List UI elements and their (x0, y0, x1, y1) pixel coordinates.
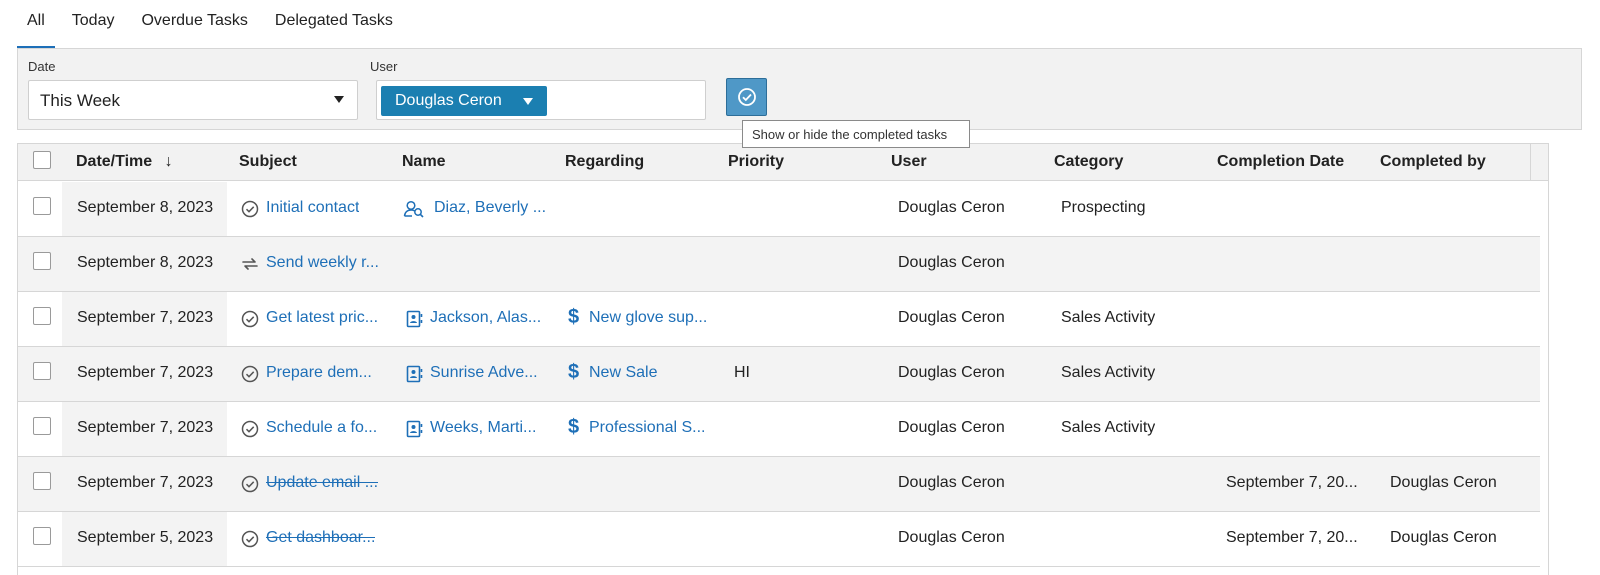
table-row[interactable]: September 7, 2023 Prepare dem... Sunrise A… (18, 347, 1540, 402)
check-circle-icon (240, 529, 260, 549)
tab-today[interactable]: Today (62, 0, 125, 48)
dollar-icon: $ (568, 416, 580, 438)
completed-by-cell: Douglas Ceron (1390, 529, 1497, 546)
dollar-icon: $ (568, 361, 580, 383)
column-header-priority[interactable]: Priority (728, 153, 784, 171)
company-icon (405, 419, 427, 439)
date-time-cell: September 8, 2023 (77, 199, 214, 216)
regarding-link[interactable]: New glove sup... (589, 309, 707, 327)
user-filter-label: User (370, 59, 398, 74)
column-header-subject[interactable]: Subject (239, 153, 297, 171)
user-cell: Douglas Ceron (898, 254, 1005, 271)
column-header-regarding[interactable]: Regarding (565, 153, 644, 171)
date-time-cell: September 8, 2023 (77, 254, 214, 271)
regarding-link[interactable]: New Sale (589, 364, 657, 382)
user-cell: Douglas Ceron (898, 529, 1005, 546)
user-cell: Douglas Ceron (898, 309, 1005, 326)
user-chip[interactable]: Douglas Ceron (381, 86, 547, 116)
row-checkbox[interactable] (33, 362, 51, 380)
user-cell: Douglas Ceron (898, 419, 1005, 436)
column-header-label: Date/Time (76, 153, 153, 170)
user-filter-field[interactable]: Douglas Ceron (376, 80, 706, 120)
completion-date-cell: September 7, 20... (1226, 529, 1358, 546)
name-link[interactable]: Weeks, Marti... (430, 419, 536, 437)
completed-by-cell: Douglas Ceron (1390, 474, 1497, 491)
name-link[interactable]: Sunrise Adve... (430, 364, 538, 382)
check-circle-icon (240, 364, 260, 384)
completion-date-cell: September 7, 20... (1226, 474, 1358, 491)
check-circle-icon (737, 88, 756, 106)
date-time-cell: September 5, 2023 (77, 529, 214, 546)
check-circle-icon (240, 309, 260, 329)
date-time-cell: September 7, 2023 (77, 419, 214, 436)
recurring-icon (240, 254, 260, 274)
category-cell: Prospecting (1061, 199, 1146, 216)
contact-icon (403, 199, 425, 219)
company-icon (405, 364, 427, 384)
table-row[interactable]: September 5, 2023 Get dashboar... Douglas … (18, 512, 1540, 567)
date-filter-select[interactable]: This Week (28, 80, 358, 120)
category-cell: Sales Activity (1061, 309, 1156, 326)
name-link[interactable]: Diaz, Beverly ... (434, 199, 546, 217)
column-header-date-time[interactable]: Date/Time ↓ (76, 153, 173, 171)
subject-link[interactable]: Initial contact (266, 199, 359, 217)
tab-overdue-tasks[interactable]: Overdue Tasks (131, 0, 257, 48)
tab-delegated-tasks[interactable]: Delegated Tasks (265, 0, 403, 48)
view-tabs: All Today Overdue Tasks Delegated Tasks (17, 0, 410, 48)
table-row[interactable]: September 8, 2023 Initial contact Diaz, Be… (18, 182, 1540, 237)
regarding-link[interactable]: Professional S... (589, 419, 706, 437)
date-time-cell: September 7, 2023 (77, 364, 214, 381)
category-cell: Sales Activity (1061, 419, 1156, 436)
row-checkbox[interactable] (33, 472, 51, 490)
column-header-completed-by[interactable]: Completed by (1380, 153, 1486, 171)
user-cell: Douglas Ceron (898, 364, 1005, 381)
tab-all[interactable]: All (17, 0, 55, 48)
user-chip-label: Douglas Ceron (395, 92, 502, 109)
header-divider (1530, 144, 1531, 181)
check-circle-icon (240, 474, 260, 494)
row-checkbox[interactable] (33, 417, 51, 435)
subject-link[interactable]: Update email ... (266, 474, 378, 492)
select-all-checkbox[interactable] (33, 151, 51, 169)
company-icon (405, 309, 427, 329)
user-cell: Douglas Ceron (898, 199, 1005, 216)
column-header-completion-date[interactable]: Completion Date (1217, 153, 1344, 171)
user-cell: Douglas Ceron (898, 474, 1005, 491)
check-circle-icon (240, 419, 260, 439)
subject-link[interactable]: Prepare dem... (266, 364, 372, 382)
tasks-grid: Date/Time ↓ Subject Name Regarding Prior… (17, 143, 1549, 575)
subject-link[interactable]: Get dashboar... (266, 529, 375, 547)
date-filter-value: This Week (40, 91, 120, 110)
column-header-name[interactable]: Name (402, 153, 446, 171)
row-checkbox[interactable] (33, 252, 51, 270)
date-time-cell: September 7, 2023 (77, 309, 214, 326)
table-row[interactable]: September 7, 2023 Schedule a fo... Weeks, … (18, 402, 1540, 457)
row-checkbox[interactable] (33, 527, 51, 545)
subject-link[interactable]: Get latest pric... (266, 309, 378, 327)
table-row[interactable]: September 7, 2023 Get latest pric... Jacks… (18, 292, 1540, 347)
category-cell: Sales Activity (1061, 364, 1156, 381)
table-row[interactable]: September 8, 2023 Send weekly r... Douglas… (18, 237, 1540, 292)
name-link[interactable]: Jackson, Alas... (430, 309, 541, 327)
caret-down-icon (334, 96, 344, 103)
column-header-category[interactable]: Category (1054, 153, 1123, 171)
toggle-completed-button[interactable] (726, 78, 767, 116)
sort-descending-icon: ↓ (164, 153, 173, 170)
caret-down-icon (523, 98, 533, 105)
subject-link[interactable]: Send weekly r... (266, 254, 379, 272)
grid-header: Date/Time ↓ Subject Name Regarding Prior… (18, 144, 1548, 181)
table-row[interactable]: September 7, 2023 Update email ... Douglas… (18, 457, 1540, 512)
priority-cell: HI (734, 364, 750, 381)
tooltip: Show or hide the completed tasks (742, 120, 970, 148)
date-filter-label: Date (28, 59, 56, 74)
subject-link[interactable]: Schedule a fo... (266, 419, 377, 437)
row-checkbox[interactable] (33, 197, 51, 215)
date-time-cell: September 7, 2023 (77, 474, 214, 491)
column-header-user[interactable]: User (891, 153, 927, 171)
row-checkbox[interactable] (33, 307, 51, 325)
check-circle-icon (240, 199, 260, 219)
filter-bar: Date This Week User Douglas Ceron (17, 48, 1582, 130)
dollar-icon: $ (568, 306, 580, 328)
